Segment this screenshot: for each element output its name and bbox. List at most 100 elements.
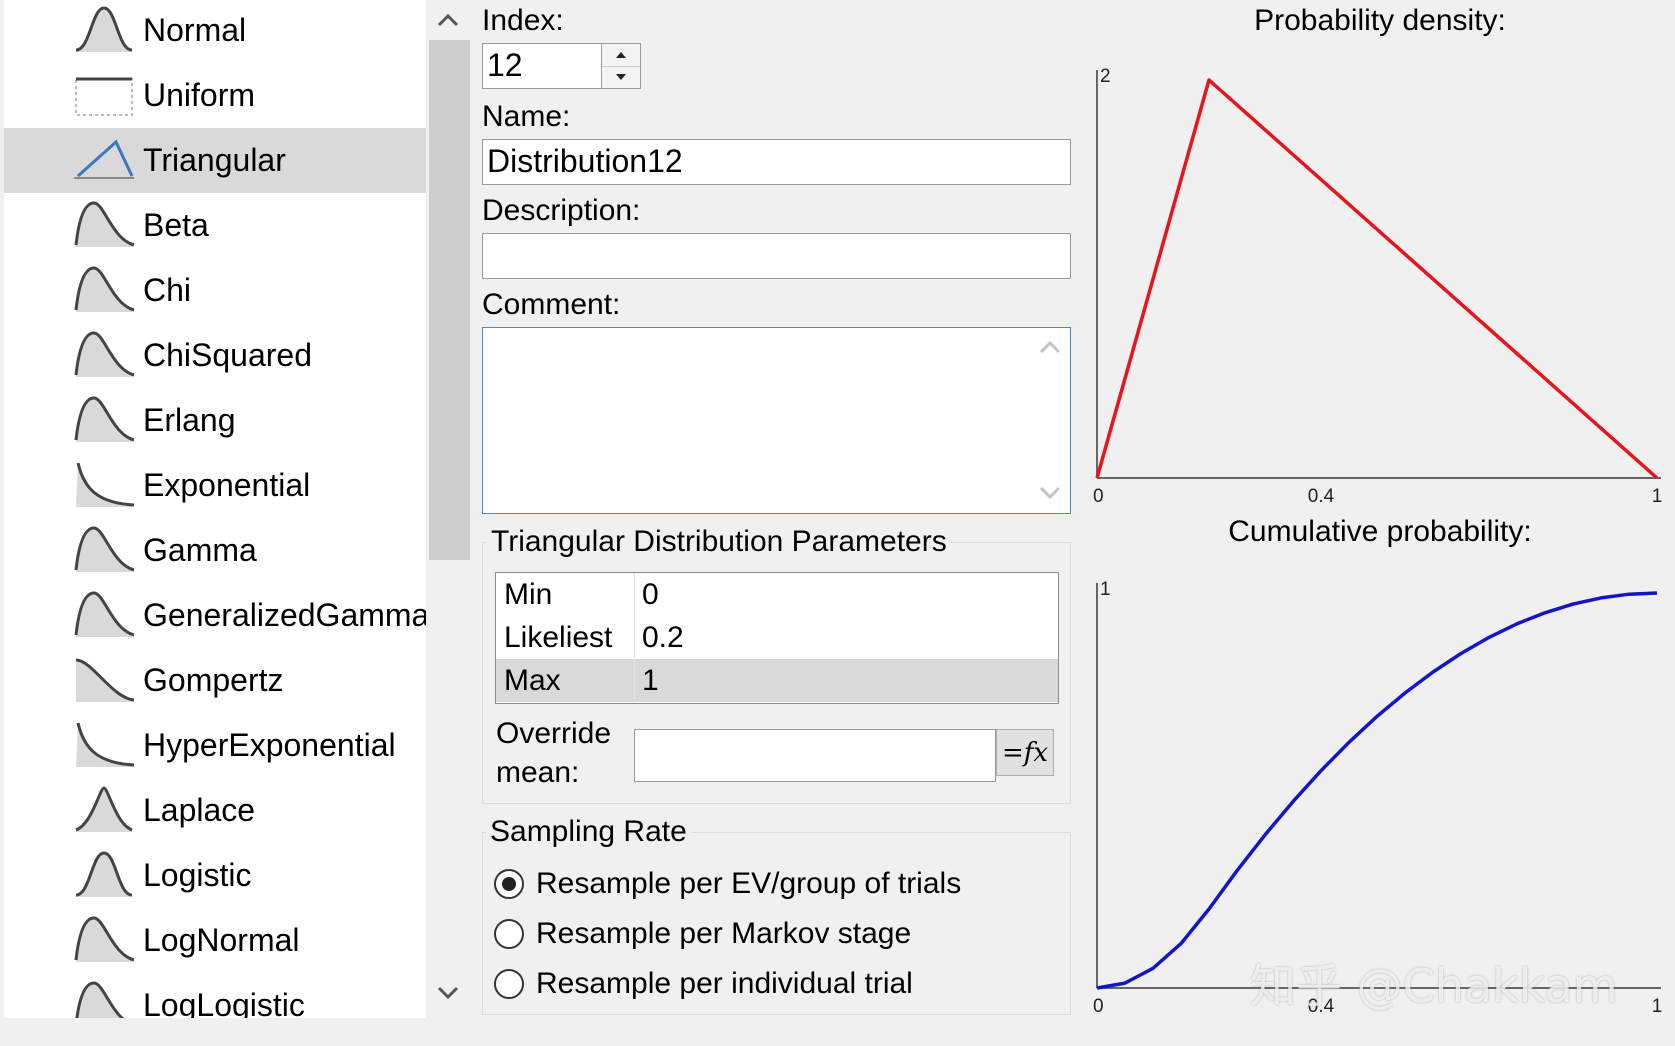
triangle-icon xyxy=(74,139,134,179)
chi-curve-icon xyxy=(74,266,135,312)
formula-button[interactable]: =fx xyxy=(996,729,1054,776)
spin-down-icon[interactable] xyxy=(602,66,640,88)
distribution-label: Triangular xyxy=(143,142,286,178)
laplace-curve-icon xyxy=(75,786,133,832)
x-tick-label: 0.4 xyxy=(1308,486,1335,507)
param-name: Min xyxy=(504,578,553,611)
index-input[interactable]: 12 xyxy=(482,43,602,89)
y-tick-label: 2 xyxy=(1100,66,1111,87)
distribution-list-scrollbar[interactable] xyxy=(426,0,470,1018)
name-input[interactable]: Distribution12 xyxy=(482,139,1071,185)
distribution-item-chi[interactable]: Chi xyxy=(4,258,426,323)
override-mean-label-line2: mean: xyxy=(496,756,580,789)
distribution-item-laplace[interactable]: Laplace xyxy=(4,778,426,843)
radio-label: Resample per individual trial xyxy=(536,967,913,1000)
param-value[interactable]: 0 xyxy=(642,573,659,616)
sampling-group-title: Sampling Rate xyxy=(486,815,691,849)
uniform-box-icon xyxy=(75,77,133,116)
distribution-item-gompertz[interactable]: Gompertz xyxy=(4,648,426,713)
param-value[interactable]: 1 xyxy=(642,659,659,702)
distribution-item-normal[interactable]: Normal xyxy=(4,0,426,63)
description-input[interactable] xyxy=(482,233,1071,279)
distribution-item-loglogistic[interactable]: LogLogistic xyxy=(4,973,426,1018)
radio-label: Resample per Markov stage xyxy=(536,917,912,950)
override-mean-label-line1: Override xyxy=(496,717,612,750)
distribution-item-gamma[interactable]: Gamma xyxy=(4,518,426,583)
distribution-label: Gompertz xyxy=(143,662,284,698)
normal-curve-icon xyxy=(75,6,133,52)
index-label: Index: xyxy=(482,4,564,37)
distribution-label: Gamma xyxy=(143,532,257,568)
distribution-label: LogLogistic xyxy=(143,987,305,1018)
override-mean-input[interactable] xyxy=(634,729,996,782)
distribution-item-logistic[interactable]: Logistic xyxy=(4,843,426,908)
scroll-up-arrow-icon[interactable] xyxy=(426,2,470,38)
radio-resample-ev[interactable]: Resample per EV/group of trials xyxy=(494,860,961,908)
radio-unchecked-icon[interactable] xyxy=(494,919,524,949)
chisquared-curve-icon xyxy=(74,331,135,377)
distribution-label: Normal xyxy=(143,12,247,48)
distribution-label: Logistic xyxy=(143,857,252,893)
distribution-label: Laplace xyxy=(143,792,256,828)
radio-resample-markov[interactable]: Resample per Markov stage xyxy=(494,910,911,958)
distribution-label: HyperExponential xyxy=(143,727,396,763)
exponential-curve-icon xyxy=(76,462,135,507)
grid-column-divider xyxy=(634,573,635,703)
distribution-label: Erlang xyxy=(143,402,236,438)
series-line xyxy=(1095,78,1659,480)
distribution-label: Uniform xyxy=(143,77,256,113)
hyperexponential-curve-icon xyxy=(76,722,135,767)
param-row-max[interactable]: Max 1 xyxy=(496,659,1058,702)
parameters-grid[interactable]: Min 0 Likeliest 0.2 Max 1 xyxy=(495,572,1059,704)
x-tick-label: 1 xyxy=(1652,486,1663,507)
spin-up-icon[interactable] xyxy=(602,44,640,67)
beta-curve-icon xyxy=(74,201,135,247)
name-label: Name: xyxy=(482,100,571,133)
distribution-item-generalizedgamma[interactable]: GeneralizedGamma xyxy=(4,583,426,648)
comment-textarea[interactable] xyxy=(482,327,1071,514)
cdf-chart-title: Cumulative probability: xyxy=(1228,515,1532,548)
pdf-chart-title: Probability density: xyxy=(1254,4,1506,37)
radio-unchecked-icon[interactable] xyxy=(494,969,524,999)
y-tick-label: 1 xyxy=(1100,579,1111,600)
distribution-item-beta[interactable]: Beta xyxy=(4,193,426,258)
x-tick-label: 0 xyxy=(1093,996,1104,1017)
index-spinner[interactable] xyxy=(601,43,641,89)
distribution-item-hyperexponential[interactable]: HyperExponential xyxy=(4,713,426,778)
param-value[interactable]: 0.2 xyxy=(642,616,684,659)
distribution-label: LogNormal xyxy=(143,922,300,958)
distribution-item-erlang[interactable]: Erlang xyxy=(4,388,426,453)
radio-resample-individual[interactable]: Resample per individual trial xyxy=(494,960,913,1008)
pdf-chart: 0 0.4 1 2 xyxy=(1093,66,1663,507)
loglogistic-curve-icon xyxy=(75,981,125,1018)
radio-checked-icon[interactable] xyxy=(494,869,524,899)
distribution-item-lognormal[interactable]: LogNormal xyxy=(4,908,426,973)
logistic-curve-icon xyxy=(75,851,133,897)
scroll-down-arrow-icon[interactable] xyxy=(426,975,470,1011)
comment-scrollbar[interactable] xyxy=(1030,328,1070,513)
comment-label: Comment: xyxy=(482,288,621,321)
param-row-likeliest[interactable]: Likeliest 0.2 xyxy=(496,616,1058,659)
watermark-text: 知乎 @Chakkam xyxy=(1250,959,1618,1013)
distribution-label: GeneralizedGamma xyxy=(143,597,426,633)
param-row-min[interactable]: Min 0 xyxy=(496,573,1058,616)
gamma-curve-icon xyxy=(74,526,135,572)
lognormal-curve-icon xyxy=(74,916,135,962)
scroll-thumb[interactable] xyxy=(429,40,470,560)
distribution-label: Chi xyxy=(143,272,192,308)
distribution-list[interactable]: Normal Uniform Triangular Beta Chi ChiSquared… xyxy=(4,0,426,1018)
param-name: Likeliest xyxy=(504,621,613,654)
erlang-curve-icon xyxy=(74,396,135,442)
generalized-gamma-curve-icon xyxy=(74,591,135,637)
radio-label: Resample per EV/group of trials xyxy=(536,867,962,900)
distribution-label: Exponential xyxy=(143,467,311,503)
param-name: Max xyxy=(504,664,561,697)
comment-scroll-up-icon xyxy=(1039,340,1061,354)
distribution-label: Beta xyxy=(143,207,209,243)
distribution-item-uniform[interactable]: Uniform xyxy=(4,63,426,128)
comment-scroll-down-icon xyxy=(1039,486,1061,500)
distribution-item-triangular[interactable]: Triangular xyxy=(4,128,426,193)
distribution-item-chisquared[interactable]: ChiSquared xyxy=(4,323,426,388)
distribution-item-exponential[interactable]: Exponential xyxy=(4,453,426,518)
parameters-group-title: Triangular Distribution Parameters xyxy=(487,525,951,559)
